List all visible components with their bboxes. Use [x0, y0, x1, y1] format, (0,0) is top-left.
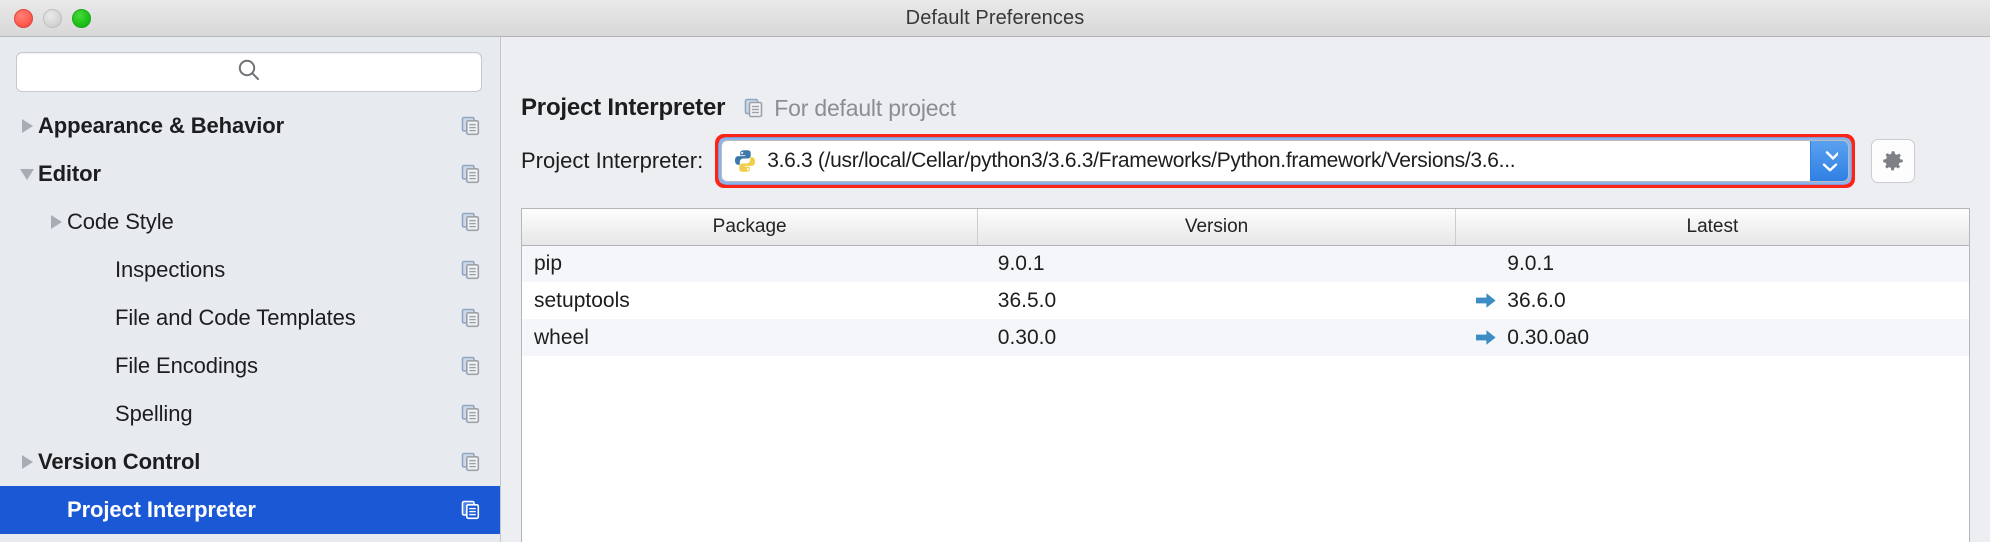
packages-table-body: pip 9.0.1 9.0.1 setuptools 36.5.0 36.6.0 wheel…	[522, 245, 1969, 356]
latest-version-text: 9.0.1	[1507, 251, 1555, 275]
window-title: Default Preferences	[905, 6, 1085, 29]
window-body: Appearance & Behavior Editor Code Style Ins…	[0, 37, 1990, 542]
sidebar-item-file-encodings[interactable]: File Encodings	[0, 342, 500, 390]
sidebar-item-label: Editor	[38, 161, 101, 186]
table-row[interactable]: pip 9.0.1 9.0.1	[522, 245, 1969, 282]
copy-settings-icon[interactable]	[460, 355, 482, 377]
latest-cell-content: 9.0.1	[1475, 252, 1969, 276]
sidebar-item-label: Spelling	[115, 401, 193, 426]
sidebar-item-code-style[interactable]: Code Style	[0, 198, 500, 246]
settings-sidebar: Appearance & Behavior Editor Code Style Ins…	[0, 37, 501, 542]
packages-table-header: Package Version Latest	[522, 209, 1969, 246]
sidebar-item-label: File Encodings	[115, 353, 258, 378]
page-subtitle: For default project	[774, 94, 956, 121]
table-row[interactable]: wheel 0.30.0 0.30.0a0	[522, 319, 1969, 356]
search-input[interactable]	[17, 53, 481, 91]
cell-latest: 9.0.1	[1455, 245, 1969, 282]
collapse-triangle-icon[interactable]	[16, 168, 38, 180]
interpreter-combobox[interactable]: 3.6.3 (/usr/local/Cellar/python3/3.6.3/F…	[721, 140, 1850, 182]
copy-settings-icon[interactable]	[460, 115, 482, 137]
traffic-light-group	[14, 0, 91, 37]
packages-table: Package Version Latest pip 9.0.1 9.0.1 setu…	[522, 209, 1969, 356]
latest-version-text: 36.6.0	[1507, 288, 1566, 312]
copy-settings-icon[interactable]	[460, 451, 482, 473]
copy-settings-icon[interactable]	[460, 499, 482, 521]
copy-settings-icon[interactable]	[460, 307, 482, 329]
settings-detail-panel: Project Interpreter For default project …	[501, 37, 1990, 542]
column-header-latest[interactable]: Latest	[1455, 209, 1969, 246]
page-header: Project Interpreter For default project	[501, 37, 1990, 130]
cell-latest: 36.6.0	[1455, 282, 1969, 319]
copy-settings-icon[interactable]	[460, 163, 482, 185]
chevron-down-icon	[1822, 162, 1837, 171]
window-titlebar: Default Preferences	[0, 0, 1990, 37]
sidebar-item-label: Inspections	[115, 257, 226, 282]
cell-version: 0.30.0	[997, 325, 1057, 349]
page-title: Project Interpreter	[521, 94, 726, 121]
cell-latest: 0.30.0a0	[1455, 319, 1969, 356]
sidebar-item-label: Version Control	[38, 449, 201, 474]
upgrade-available-arrow-icon[interactable]	[1475, 329, 1497, 346]
close-button[interactable]	[14, 9, 33, 28]
gear-icon	[1883, 151, 1903, 171]
sidebar-item-version-control[interactable]: Version Control	[0, 438, 500, 486]
cell-version: 9.0.1	[997, 251, 1045, 275]
interpreter-value: 3.6.3 (/usr/local/Cellar/python3/3.6.3/F…	[767, 149, 1516, 172]
cell-version: 36.5.0	[997, 288, 1057, 312]
sidebar-item-inspections[interactable]: Inspections	[0, 246, 500, 294]
sidebar-item-label: Project Interpreter	[67, 497, 256, 522]
sidebar-item-label: File and Code Templates	[115, 305, 356, 330]
copy-settings-icon[interactable]	[460, 403, 482, 425]
interpreter-settings-gear-button[interactable]	[1871, 139, 1916, 183]
sidebar-item-editor[interactable]: Editor	[0, 150, 500, 198]
latest-version-text: 0.30.0a0	[1507, 325, 1590, 349]
interpreter-highlight-outline: 3.6.3 (/usr/local/Cellar/python3/3.6.3/F…	[715, 134, 1856, 188]
table-header-row: Package Version Latest	[522, 209, 1969, 246]
sidebar-item-label: Appearance & Behavior	[38, 113, 285, 138]
interpreter-row: Project Interpreter: 3.6.3 (/usr/local/C…	[501, 130, 1990, 192]
interpreter-combobox-content: 3.6.3 (/usr/local/Cellar/python3/3.6.3/F…	[722, 148, 1810, 174]
copy-settings-icon[interactable]	[460, 259, 482, 281]
expand-triangle-icon[interactable]	[45, 215, 67, 229]
latest-cell-content: 0.30.0a0	[1475, 326, 1969, 350]
zoom-button[interactable]	[72, 9, 91, 28]
upgrade-available-arrow-icon[interactable]	[1475, 292, 1497, 309]
minimize-button[interactable]	[43, 9, 62, 28]
cell-package: setuptools	[534, 288, 630, 312]
sidebar-item-spelling[interactable]: Spelling	[0, 390, 500, 438]
column-header-package[interactable]: Package	[522, 209, 979, 246]
sidebar-item-label: Code Style	[67, 209, 174, 234]
table-row[interactable]: setuptools 36.5.0 36.6.0	[522, 282, 1969, 319]
python-logo-icon	[732, 148, 758, 174]
sidebar-item-project-interpreter[interactable]: Project Interpreter	[0, 486, 500, 534]
interpreter-label: Project Interpreter:	[521, 148, 704, 173]
column-header-version[interactable]: Version	[977, 209, 1456, 246]
interpreter-stepper-button[interactable]	[1810, 141, 1849, 181]
preferences-window: Default Preferences Appearance & Behavio…	[0, 0, 1990, 542]
expand-triangle-icon[interactable]	[16, 119, 38, 133]
expand-triangle-icon[interactable]	[16, 455, 38, 469]
packages-table-container: Package Version Latest pip 9.0.1 9.0.1 setu…	[521, 208, 1970, 542]
latest-cell-content: 36.6.0	[1475, 289, 1969, 313]
search-container	[0, 37, 500, 102]
copy-settings-icon[interactable]	[460, 211, 482, 233]
settings-tree: Appearance & Behavior Editor Code Style Ins…	[0, 102, 500, 534]
sidebar-item-appearance-behavior[interactable]: Appearance & Behavior	[0, 102, 500, 150]
cell-package: wheel	[534, 325, 589, 349]
cell-package: pip	[534, 251, 563, 275]
sidebar-item-file-and-code-templates[interactable]: File and Code Templates	[0, 294, 500, 342]
search-field[interactable]	[16, 52, 482, 92]
copy-settings-icon[interactable]	[743, 97, 765, 119]
chevron-up-icon	[1825, 150, 1838, 160]
